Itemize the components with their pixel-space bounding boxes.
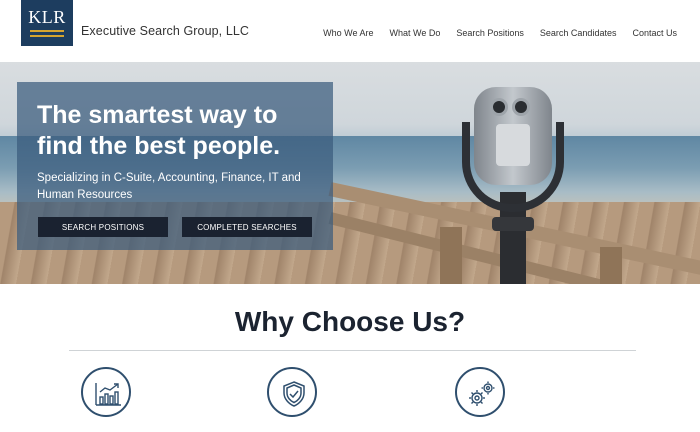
viewer-plate — [496, 124, 530, 166]
hero-rail-post — [440, 227, 462, 284]
viewer-collar — [492, 217, 534, 231]
logo-gold-bar — [30, 35, 64, 37]
site-header: KLR Executive Search Group, LLC Who We A… — [0, 0, 700, 62]
main-nav: Who We Are What We Do Search Positions S… — [323, 28, 677, 38]
search-positions-button[interactable]: SEARCH POSITIONS — [38, 217, 168, 237]
nav-contact-us[interactable]: Contact Us — [632, 28, 677, 38]
nav-search-candidates[interactable]: Search Candidates — [540, 28, 617, 38]
shield-check-icon — [267, 367, 317, 417]
section-title: Why Choose Us? — [234, 306, 466, 337]
nav-what-we-do[interactable]: What We Do — [390, 28, 441, 38]
section-divider — [69, 350, 636, 351]
growth-chart-icon — [81, 367, 131, 417]
hero-subheadline: Specializing in C-Suite, Accounting, Fin… — [37, 172, 301, 201]
hero-headline: The smartest way to find the best people… — [37, 101, 281, 160]
company-name: Executive Search Group, LLC — [81, 24, 250, 38]
viewer-lens — [490, 98, 508, 116]
gears-icon — [455, 367, 505, 417]
hero-rail-post — [600, 247, 622, 284]
logo[interactable]: KLR — [21, 0, 73, 46]
hero-banner: The smartest way to find the best people… — [0, 62, 700, 284]
logo-text: KLR — [28, 7, 66, 27]
completed-searches-button[interactable]: COMPLETED SEARCHES — [182, 217, 312, 237]
nav-who-we-are[interactable]: Who We Are — [323, 28, 373, 38]
viewer-lens — [512, 98, 530, 116]
hero-text-panel: The smartest way to find the best people… — [17, 82, 333, 250]
nav-search-positions[interactable]: Search Positions — [456, 28, 524, 38]
logo-gold-bar — [30, 30, 64, 32]
